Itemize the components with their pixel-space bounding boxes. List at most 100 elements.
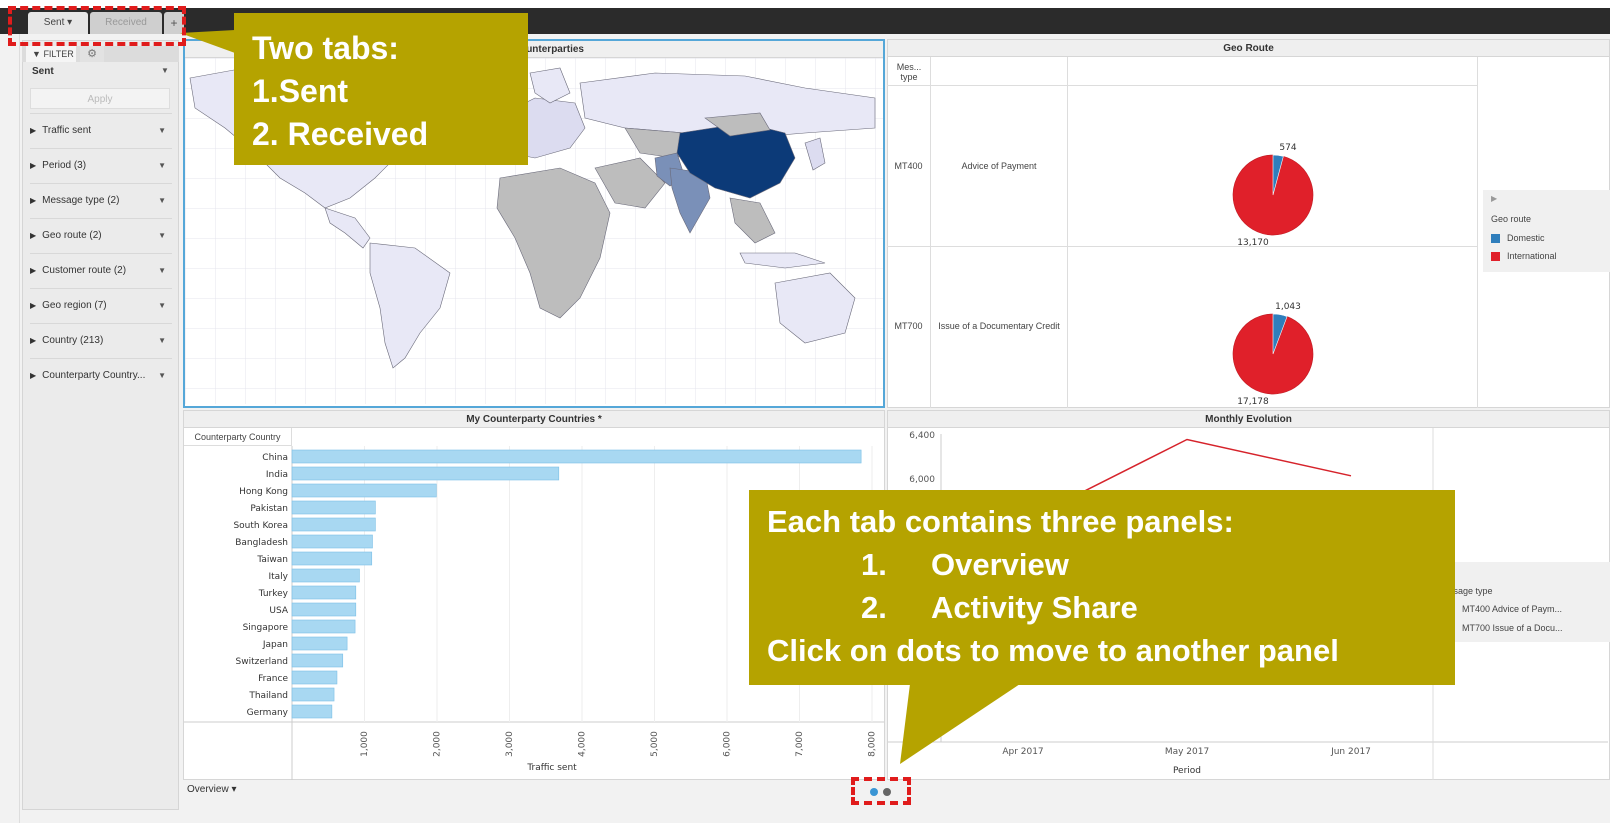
bar[interactable] <box>291 602 357 617</box>
filter-item-period[interactable]: ▶ Period (3) ▼ <box>30 148 172 182</box>
x-tick-label: Jun 2017 <box>1330 747 1371 757</box>
geo-route-title: Geo Route <box>888 40 1609 57</box>
filter-item-label: Message type (2) <box>42 195 120 206</box>
x-tick-label: 4,000 <box>578 731 588 757</box>
column-divider <box>1477 57 1478 408</box>
legend-swatch-domestic <box>1491 234 1500 243</box>
filter-item-traffic-sent[interactable]: ▶ Traffic sent ▼ <box>30 113 172 147</box>
geo-route-table: Mes... type MT400 Advice of Payment MT70… <box>887 57 1478 408</box>
bar[interactable] <box>291 534 373 549</box>
callout-pointer <box>900 684 1020 764</box>
pie-label-international: 13,170 <box>1237 238 1269 248</box>
y-tick-label: India <box>266 470 288 480</box>
chevron-down-icon: ▼ <box>158 301 166 310</box>
x-tick-label: 5,000 <box>650 731 660 757</box>
filter-item-label: Counterparty Country... <box>42 370 146 381</box>
bar[interactable] <box>291 636 348 651</box>
chevron-down-icon: ▼ <box>158 266 166 275</box>
chevron-down-icon: ▼ <box>158 161 166 170</box>
gear-icon[interactable]: ⚙ <box>80 46 104 62</box>
caret-right-icon: ▶ <box>30 231 37 240</box>
callout-line: 1.Sent <box>252 73 349 109</box>
x-tick-label: 1,000 <box>360 731 370 757</box>
row-code: MT700 <box>894 321 923 331</box>
y-tick-label: France <box>258 674 288 684</box>
filter-item-label: Geo region (7) <box>42 300 107 311</box>
x-tick-label: 3,000 <box>505 731 515 757</box>
column-divider <box>930 57 931 408</box>
caret-right-icon: ▶ <box>30 266 37 275</box>
bar[interactable] <box>291 619 356 634</box>
bar[interactable] <box>291 551 373 566</box>
y-tick-label: Pakistan <box>250 504 288 514</box>
x-tick-label: 7,000 <box>795 731 805 757</box>
x-axis-title: Traffic sent <box>526 763 577 773</box>
legend-title: Geo route <box>1491 214 1532 224</box>
caret-right-icon[interactable]: ▶ <box>1491 194 1497 203</box>
callout-number: 1. <box>861 547 887 582</box>
geo-route-legend: ▶ Geo route Domestic International <box>1483 190 1610 272</box>
legend-swatch-international <box>1491 252 1500 261</box>
y-tick-label: 6,400 <box>909 431 935 441</box>
bar[interactable] <box>291 653 344 668</box>
pie-label-domestic: 1,043 <box>1275 302 1301 312</box>
x-tick-label: 8,000 <box>868 731 878 757</box>
legend-label-mt400: MT400 Advice of Paym... <box>1462 604 1563 614</box>
overview-label: Overview <box>187 784 229 795</box>
callout-line: 2. Activity Share <box>767 586 1437 629</box>
bar[interactable] <box>291 704 333 719</box>
bar[interactable] <box>291 687 335 702</box>
callout-line: 2. Received <box>252 116 429 152</box>
filter-item-country[interactable]: ▶ Country (213) ▼ <box>30 323 172 357</box>
filter-section-title: Sent <box>32 66 54 77</box>
tab-filter[interactable]: ▼ FILTER <box>26 46 76 62</box>
filter-item-label: Period (3) <box>42 160 87 171</box>
pie-label-domestic: 574 <box>1279 143 1296 153</box>
bar[interactable] <box>291 585 357 600</box>
bar[interactable] <box>291 670 338 685</box>
bar[interactable] <box>291 483 437 498</box>
filter-item-counterparty-country[interactable]: ▶ Counterparty Country... ▼ <box>30 358 172 392</box>
chevron-down-icon: ▼ <box>158 196 166 205</box>
y-tick-label: USA <box>269 606 288 616</box>
callout-line: Click on dots to move to another panel <box>767 633 1339 668</box>
filter-item-label: Geo route (2) <box>42 230 102 241</box>
callout-pointer <box>180 30 235 53</box>
bar[interactable] <box>291 466 560 481</box>
legend-label-international: International <box>1507 251 1557 261</box>
row-name: Issue of a Documentary Credit <box>938 321 1060 331</box>
bar[interactable] <box>291 500 376 515</box>
panels-callout: Each tab contains three panels: 1. Overvi… <box>749 490 1455 685</box>
overview-panel-selector[interactable]: Overview ▾ <box>187 784 237 795</box>
filter-item-geo-route[interactable]: ▶ Geo route (2) ▼ <box>30 218 172 252</box>
bar[interactable] <box>291 568 360 583</box>
caret-right-icon: ▶ <box>30 371 37 380</box>
y-tick-label: Hong Kong <box>239 487 288 497</box>
filter-item-customer-route[interactable]: ▶ Customer route (2) ▼ <box>30 253 172 287</box>
chevron-down-icon: ▼ <box>158 231 166 240</box>
y-tick-label: Taiwan <box>256 555 288 565</box>
y-tick-label: Turkey <box>258 589 289 599</box>
y-tick-label: China <box>262 453 288 463</box>
filter-icon: ▼ <box>32 49 41 59</box>
chevron-down-icon: ▼ <box>158 336 166 345</box>
y-tick-label: Italy <box>268 572 288 582</box>
geo-route-pies[interactable]: 574 13,170 1,043 17,178 <box>1068 86 1477 408</box>
pie-label-international: 17,178 <box>1237 397 1269 407</box>
x-axis-title: Period <box>1173 766 1201 776</box>
filter-item-message-type[interactable]: ▶ Message type (2) ▼ <box>30 183 172 217</box>
message-type-header: Mes... type <box>896 62 922 82</box>
row-code: MT400 <box>894 161 923 171</box>
filter-item-geo-region[interactable]: ▶ Geo region (7) ▼ <box>30 288 172 322</box>
bar[interactable] <box>291 517 376 532</box>
y-tick-label: Bangladesh <box>235 538 288 548</box>
bar[interactable] <box>291 449 862 464</box>
chevron-down-icon[interactable]: ▼ <box>161 66 169 75</box>
callout-line: Two tabs: <box>252 30 399 66</box>
x-tick-label: May 2017 <box>1165 747 1209 757</box>
highlight-tabs <box>8 6 186 46</box>
tab-filter-label: FILTER <box>43 49 74 59</box>
caret-right-icon: ▶ <box>30 336 37 345</box>
callout-line: 1. Overview <box>767 543 1437 586</box>
apply-button[interactable]: Apply <box>30 88 170 109</box>
